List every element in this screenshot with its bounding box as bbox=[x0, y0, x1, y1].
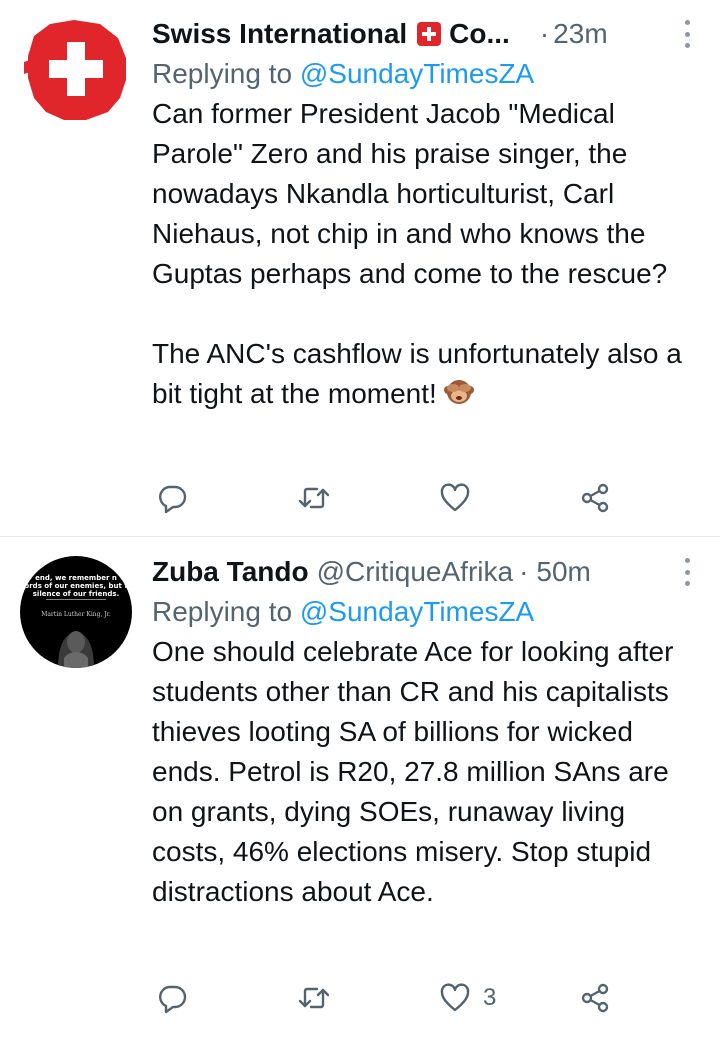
replying-to: Replying to @SundayTimesZA bbox=[152, 54, 704, 94]
author-name-suffix[interactable]: Co... bbox=[449, 18, 510, 50]
reply-icon bbox=[159, 985, 187, 1014]
tweet-actions bbox=[152, 478, 632, 518]
more-icon[interactable] bbox=[684, 20, 690, 48]
retweet-button[interactable] bbox=[298, 478, 330, 518]
see-no-evil-monkey-icon bbox=[443, 380, 474, 404]
reply-button[interactable] bbox=[156, 978, 188, 1018]
tweet-content: Swiss International Co... · 23m Replying… bbox=[152, 14, 704, 414]
timestamp[interactable]: 23m bbox=[553, 18, 607, 50]
like-button[interactable] bbox=[439, 478, 483, 518]
tweet-body: Can former President Jacob "Medical Paro… bbox=[152, 98, 682, 409]
mlk-quote-avatar-icon: end, we remember n ords of our enemies, … bbox=[20, 556, 132, 668]
timestamp[interactable]: 50m bbox=[536, 556, 590, 588]
separator-dot: · bbox=[519, 556, 529, 587]
retweet-icon bbox=[298, 487, 330, 509]
share-button[interactable] bbox=[579, 978, 611, 1018]
replying-prefix: Replying to bbox=[152, 58, 300, 89]
mention-link[interactable]: @SundayTimesZA bbox=[300, 58, 534, 89]
mention-link[interactable]: @SundayTimesZA bbox=[300, 596, 534, 627]
like-button[interactable]: 3 bbox=[439, 978, 496, 1018]
tweet-header: Swiss International Co... · 23m bbox=[152, 14, 704, 54]
avatar[interactable] bbox=[20, 14, 132, 126]
more-icon[interactable] bbox=[684, 558, 690, 586]
tweet-text: One should celebrate Ace for looking aft… bbox=[152, 632, 704, 912]
separator-dot: · bbox=[539, 18, 550, 49]
author-name[interactable]: Swiss International bbox=[152, 18, 407, 50]
swiss-flag-avatar-icon bbox=[20, 14, 132, 126]
share-icon bbox=[581, 483, 609, 513]
like-icon bbox=[440, 983, 470, 1012]
tweet-header: Zuba Tando @CritiqueAfrika · 50m bbox=[152, 552, 704, 592]
reply-icon bbox=[159, 485, 187, 514]
swiss-flag-icon bbox=[417, 22, 442, 46]
tweet-content: Zuba Tando @CritiqueAfrika · 50m Replyin… bbox=[152, 552, 704, 912]
avatar-signature: Martin Luther King, Jr. bbox=[41, 611, 111, 618]
author-name[interactable]: Zuba Tando bbox=[152, 556, 309, 588]
tweet[interactable]: Swiss International Co... · 23m Replying… bbox=[0, 0, 720, 537]
retweet-button[interactable] bbox=[298, 978, 330, 1018]
share-button[interactable] bbox=[579, 478, 611, 518]
author-handle[interactable]: @CritiqueAfrika bbox=[317, 556, 513, 588]
retweet-icon bbox=[298, 987, 330, 1009]
tweet-text: Can former President Jacob "Medical Paro… bbox=[152, 94, 704, 414]
avatar-quote-line3: silence of our friends. bbox=[33, 590, 119, 598]
share-icon bbox=[581, 983, 609, 1013]
tweet[interactable]: end, we remember n ords of our enemies, … bbox=[0, 538, 720, 1048]
avatar[interactable]: end, we remember n ords of our enemies, … bbox=[20, 556, 132, 668]
replying-to: Replying to @SundayTimesZA bbox=[152, 592, 704, 632]
tweet-body: One should celebrate Ace for looking aft… bbox=[152, 636, 682, 907]
reply-button[interactable] bbox=[156, 478, 188, 518]
replying-prefix: Replying to bbox=[152, 596, 300, 627]
like-count: 3 bbox=[483, 984, 497, 1011]
like-icon bbox=[440, 483, 470, 512]
avatar-quote-line2: ords of our enemies, but t bbox=[24, 582, 128, 590]
avatar-quote-line1: end, we remember n bbox=[35, 574, 117, 582]
tweet-actions: 3 bbox=[152, 978, 632, 1018]
